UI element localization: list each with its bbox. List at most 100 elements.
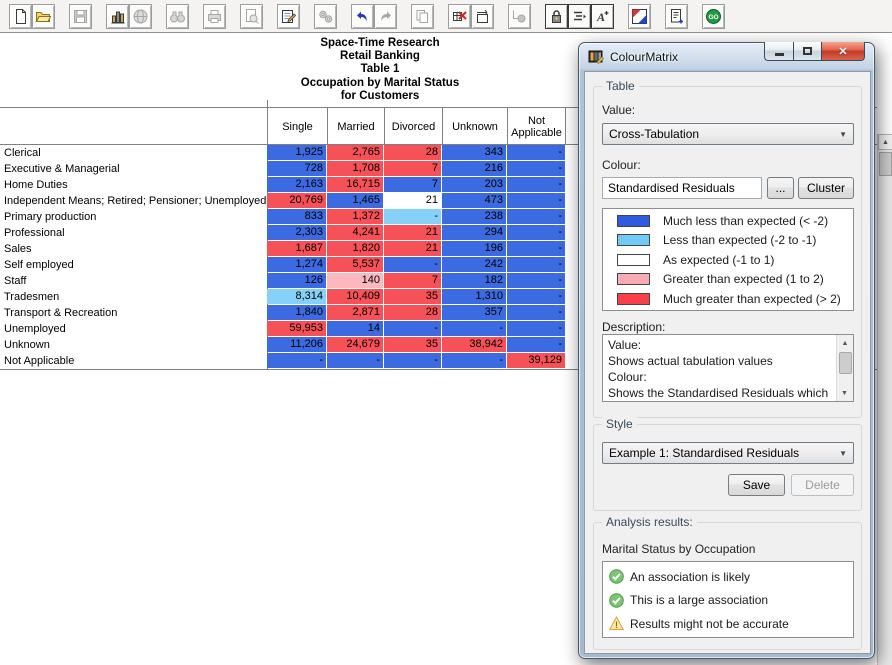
table-cell[interactable]: 10,409 (327, 289, 383, 304)
table-cell[interactable]: 1,687 (267, 241, 326, 256)
description-box[interactable]: Value:Shows actual tabulation valuesColo… (602, 334, 854, 402)
table-cell[interactable]: - (507, 337, 565, 352)
table-cell[interactable]: 2,163 (267, 177, 326, 192)
table-row-label[interactable]: Staff (4, 273, 264, 289)
table-cell[interactable]: 39,129 (507, 353, 565, 368)
toolbar-colour-matrix-button[interactable] (628, 4, 651, 29)
toolbar-undo-arrow-button[interactable] (351, 4, 374, 29)
table-cell[interactable]: 196 (442, 241, 506, 256)
cluster-button[interactable]: Cluster (798, 177, 854, 199)
table-cell[interactable]: 1,925 (267, 145, 326, 160)
table-cell[interactable]: 14 (327, 321, 383, 336)
dialog-titlebar[interactable]: ColourMatrix ✕ (579, 43, 874, 71)
table-cell[interactable]: 21 (384, 225, 441, 240)
table-cell[interactable]: 238 (442, 209, 506, 224)
browse-button[interactable]: ... (767, 177, 794, 199)
table-cell[interactable]: 1,372 (327, 209, 383, 224)
table-cell[interactable]: - (507, 193, 565, 208)
maximize-button[interactable] (793, 42, 822, 61)
table-cell[interactable]: - (507, 241, 565, 256)
table-cell[interactable]: - (442, 321, 506, 336)
table-cell[interactable]: 7 (384, 177, 441, 192)
table-cell[interactable]: - (442, 353, 506, 368)
toolbar-delete-x-button[interactable] (448, 4, 471, 29)
style-combobox[interactable]: Example 1: Standardised Residuals ▼ (602, 442, 854, 464)
scroll-up-button[interactable]: ▲ (837, 335, 853, 351)
table-cell[interactable]: 1,708 (327, 161, 383, 176)
table-cell[interactable]: 28 (384, 145, 441, 160)
table-cell[interactable]: 4,241 (327, 225, 383, 240)
table-row-label[interactable]: Not Applicable (4, 353, 264, 369)
table-cell[interactable]: - (507, 273, 565, 288)
scroll-down-button[interactable]: ▼ (837, 385, 852, 401)
save-button[interactable]: Save (728, 474, 785, 496)
table-cell[interactable]: 2,765 (327, 145, 383, 160)
scrollbar-thumb[interactable] (839, 352, 852, 374)
table-cell[interactable]: 126 (267, 273, 326, 288)
table-row-label[interactable]: Self employed (4, 257, 264, 273)
table-row-label[interactable]: Independent Means; Retired; Pensioner; U… (4, 193, 264, 209)
table-row-label[interactable]: Home Duties (4, 177, 264, 193)
toolbar-rotate-table-button[interactable] (471, 4, 494, 29)
table-cell[interactable]: - (384, 209, 441, 224)
table-cell[interactable]: 21 (384, 241, 441, 256)
table-cell[interactable]: 833 (267, 209, 326, 224)
table-row-label[interactable]: Unknown (4, 337, 264, 353)
scrollbar-thumb[interactable] (879, 152, 892, 176)
table-row-label[interactable]: Professional (4, 225, 264, 241)
table-row-label[interactable]: Executive & Managerial (4, 161, 264, 177)
table-cell[interactable]: 24,679 (327, 337, 383, 352)
toolbar-go-button[interactable]: GO (702, 4, 725, 29)
table-cell[interactable]: 59,953 (267, 321, 326, 336)
table-cell[interactable]: 1,465 (327, 193, 383, 208)
table-cell[interactable]: 182 (442, 273, 506, 288)
table-cell[interactable]: - (507, 305, 565, 320)
colour-input[interactable]: Standardised Residuals (602, 177, 762, 199)
vertical-scrollbar[interactable]: ▲ (877, 134, 892, 665)
table-column-header[interactable]: Single (267, 108, 327, 145)
minimize-button[interactable] (764, 42, 793, 61)
table-cell[interactable]: 1,820 (327, 241, 383, 256)
toolbar-bar-chart-button[interactable] (106, 4, 129, 29)
table-cell[interactable]: - (507, 161, 565, 176)
table-cell[interactable]: 343 (442, 145, 506, 160)
table-cell[interactable]: 2,871 (327, 305, 383, 320)
table-cell[interactable]: - (267, 353, 326, 368)
table-cell[interactable]: - (507, 209, 565, 224)
table-cell[interactable]: - (507, 225, 565, 240)
table-row-label[interactable]: Clerical (4, 145, 264, 161)
table-cell[interactable]: 5,537 (327, 257, 383, 272)
table-row-label[interactable]: Transport & Recreation (4, 305, 264, 321)
table-column-header[interactable]: Unknown (442, 108, 507, 145)
table-cell[interactable]: 140 (327, 273, 383, 288)
table-cell[interactable]: 7 (384, 161, 441, 176)
table-cell[interactable]: 1,840 (267, 305, 326, 320)
table-cell[interactable]: 216 (442, 161, 506, 176)
table-cell[interactable]: 20,769 (267, 193, 326, 208)
table-cell[interactable]: 38,942 (442, 337, 506, 352)
value-combobox[interactable]: Cross-Tabulation ▼ (602, 123, 854, 145)
table-cell[interactable]: 1,274 (267, 257, 326, 272)
table-cell[interactable]: - (507, 145, 565, 160)
table-column-header[interactable]: Married (327, 108, 384, 145)
table-cell[interactable]: 35 (384, 337, 441, 352)
table-cell[interactable]: 11,206 (267, 337, 326, 352)
toolbar-open-folder-button[interactable] (32, 4, 55, 29)
description-scrollbar[interactable]: ▲ ▼ (836, 335, 853, 401)
toolbar-outline-level-button[interactable] (568, 4, 591, 29)
table-cell[interactable]: 728 (267, 161, 326, 176)
table-column-header[interactable]: Divorced (384, 108, 442, 145)
scroll-up-button[interactable]: ▲ (878, 134, 892, 150)
table-cell[interactable]: - (384, 321, 441, 336)
table-cell[interactable]: - (507, 321, 565, 336)
table-cell[interactable]: 242 (442, 257, 506, 272)
table-column-header[interactable]: Not Applicable (507, 108, 566, 145)
table-cell[interactable]: 294 (442, 225, 506, 240)
table-cell[interactable]: - (507, 289, 565, 304)
toolbar-lock-button[interactable] (545, 4, 568, 29)
close-button[interactable]: ✕ (822, 42, 865, 61)
toolbar-add-document-button[interactable] (665, 4, 688, 29)
table-cell[interactable]: - (507, 177, 565, 192)
table-cell[interactable]: 1,310 (442, 289, 506, 304)
table-cell[interactable]: 203 (442, 177, 506, 192)
